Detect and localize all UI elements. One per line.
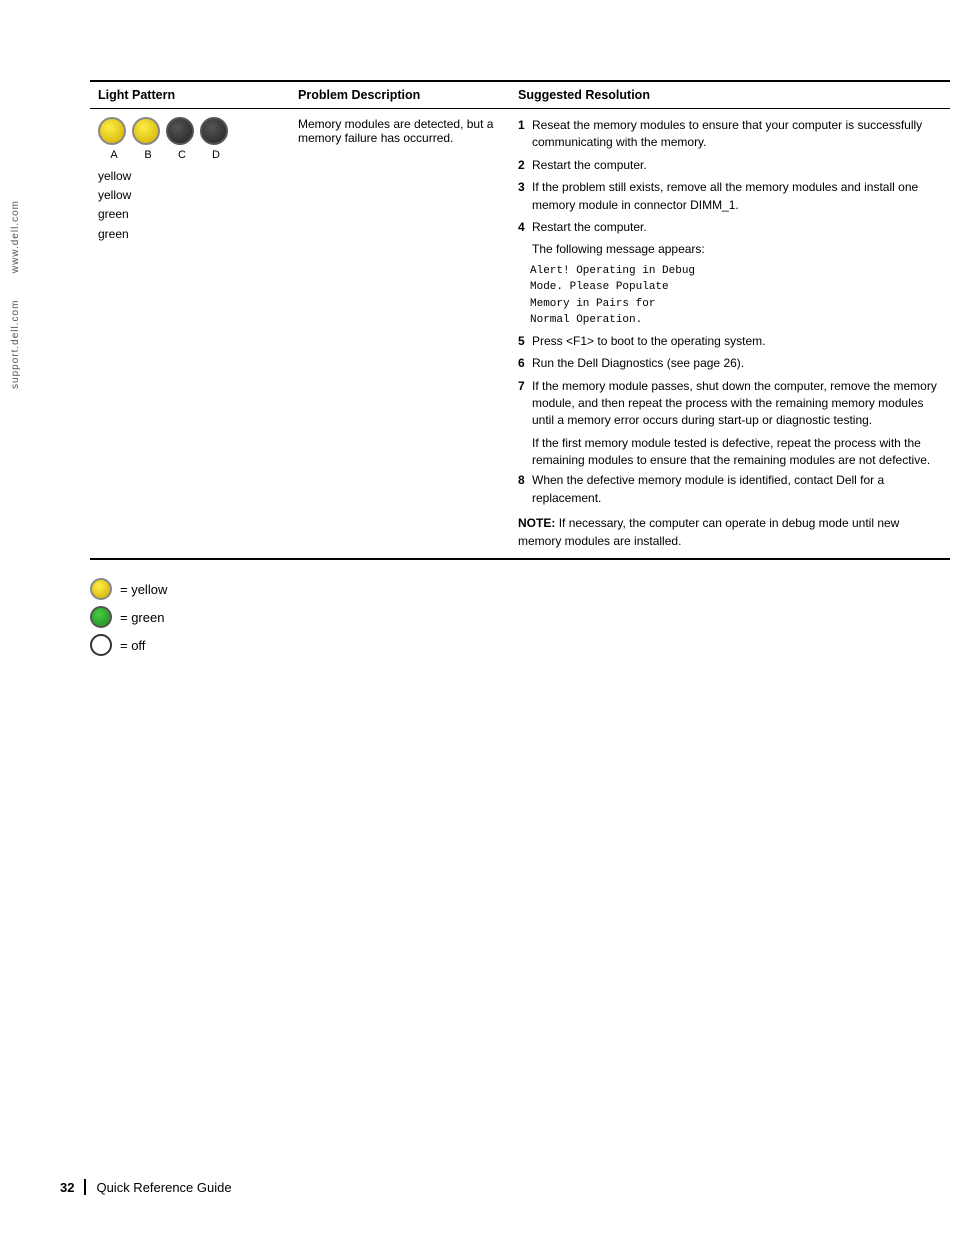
color-labels: yellow yellow green green [98,167,282,244]
step-4-num: 4 [518,219,532,236]
footer: 32 Quick Reference Guide [60,1179,232,1195]
step-6: 6 Run the Dell Diagnostics (see page 26)… [518,355,942,372]
legend-off-label: = off [120,638,145,653]
step-5: 5 Press <F1> to boot to the operating sy… [518,333,942,350]
step-6-text: Run the Dell Diagnostics (see page 26). [532,355,744,372]
col-header-light-pattern: Light Pattern [90,81,290,109]
col-header-resolution: Suggested Resolution [510,81,950,109]
color-label-2: yellow [98,186,282,205]
table-row: A B C D yellow yellow green green Memory… [90,109,950,560]
note-block: NOTE: If necessary, the computer can ope… [518,515,942,550]
step-1-num: 1 [518,117,532,152]
step-2: 2 Restart the computer. [518,157,942,174]
legend-off: = off [90,634,894,656]
step-5-text: Press <F1> to boot to the operating syst… [532,333,765,350]
side-text-www: www.dell.com [10,200,21,273]
color-label-1: yellow [98,167,282,186]
side-watermark: support.dell.com www.dell.com [10,200,21,389]
step-3: 3 If the problem still exists, remove al… [518,179,942,214]
note-label: NOTE: [518,516,555,530]
legend-green: = green [90,606,894,628]
legend-yellow-circle [90,578,112,600]
step-8-num: 8 [518,472,532,507]
light-b [132,117,160,145]
label-b: B [134,149,162,161]
legend-green-label: = green [120,610,164,625]
light-c [166,117,194,145]
color-label-3: green [98,205,282,224]
step-2-text: Restart the computer. [532,157,647,174]
step-4: 4 Restart the computer. [518,219,942,236]
step-7-continuation: If the first memory module tested is def… [532,435,942,470]
problem-description: Memory modules are detected, but a memor… [298,117,502,145]
col-header-problem: Problem Description [290,81,510,109]
footer-divider [84,1179,86,1195]
note-text: If necessary, the computer can operate i… [518,516,899,547]
side-text-support: support.dell.com [10,300,21,389]
footer-page-num: 32 [60,1180,74,1195]
label-c: C [168,149,196,161]
step-2-num: 2 [518,157,532,174]
legend-green-circle [90,606,112,628]
legend-off-circle [90,634,112,656]
step-7-num: 7 [518,378,532,430]
step-4-text: Restart the computer. [532,219,647,236]
step-3-text: If the problem still exists, remove all … [532,179,942,214]
resolution-cell: 1 Reseat the memory modules to ensure th… [510,109,950,560]
label-a: A [100,149,128,161]
step-6-num: 6 [518,355,532,372]
legend-section: = yellow = green = off [90,578,894,656]
legend-yellow: = yellow [90,578,894,600]
step-8: 8 When the defective memory module is id… [518,472,942,507]
step-7-text: If the memory module passes, shut down t… [532,378,942,430]
label-d: D [202,149,230,161]
footer-title: Quick Reference Guide [96,1180,231,1195]
light-pattern-cell: A B C D yellow yellow green green [90,109,290,560]
light-d [200,117,228,145]
legend-yellow-label: = yellow [120,582,167,597]
step-3-num: 3 [518,179,532,214]
light-a [98,117,126,145]
color-label-4: green [98,225,282,244]
page: support.dell.com www.dell.com Light Patt… [0,0,954,1235]
main-table: Light Pattern Problem Description Sugges… [90,80,950,560]
problem-cell: Memory modules are detected, but a memor… [290,109,510,560]
step-8-text: When the defective memory module is iden… [532,472,942,507]
step-7: 7 If the memory module passes, shut down… [518,378,942,430]
step-5-num: 5 [518,333,532,350]
step-1-text: Reseat the memory modules to ensure that… [532,117,942,152]
step-4-continuation: The following message appears: [532,241,942,258]
labels-row: A B C D [100,149,282,161]
step-4-monospace: Alert! Operating in Debug Mode. Please P… [530,263,942,329]
step-1: 1 Reseat the memory modules to ensure th… [518,117,942,152]
lights-row [98,117,282,145]
